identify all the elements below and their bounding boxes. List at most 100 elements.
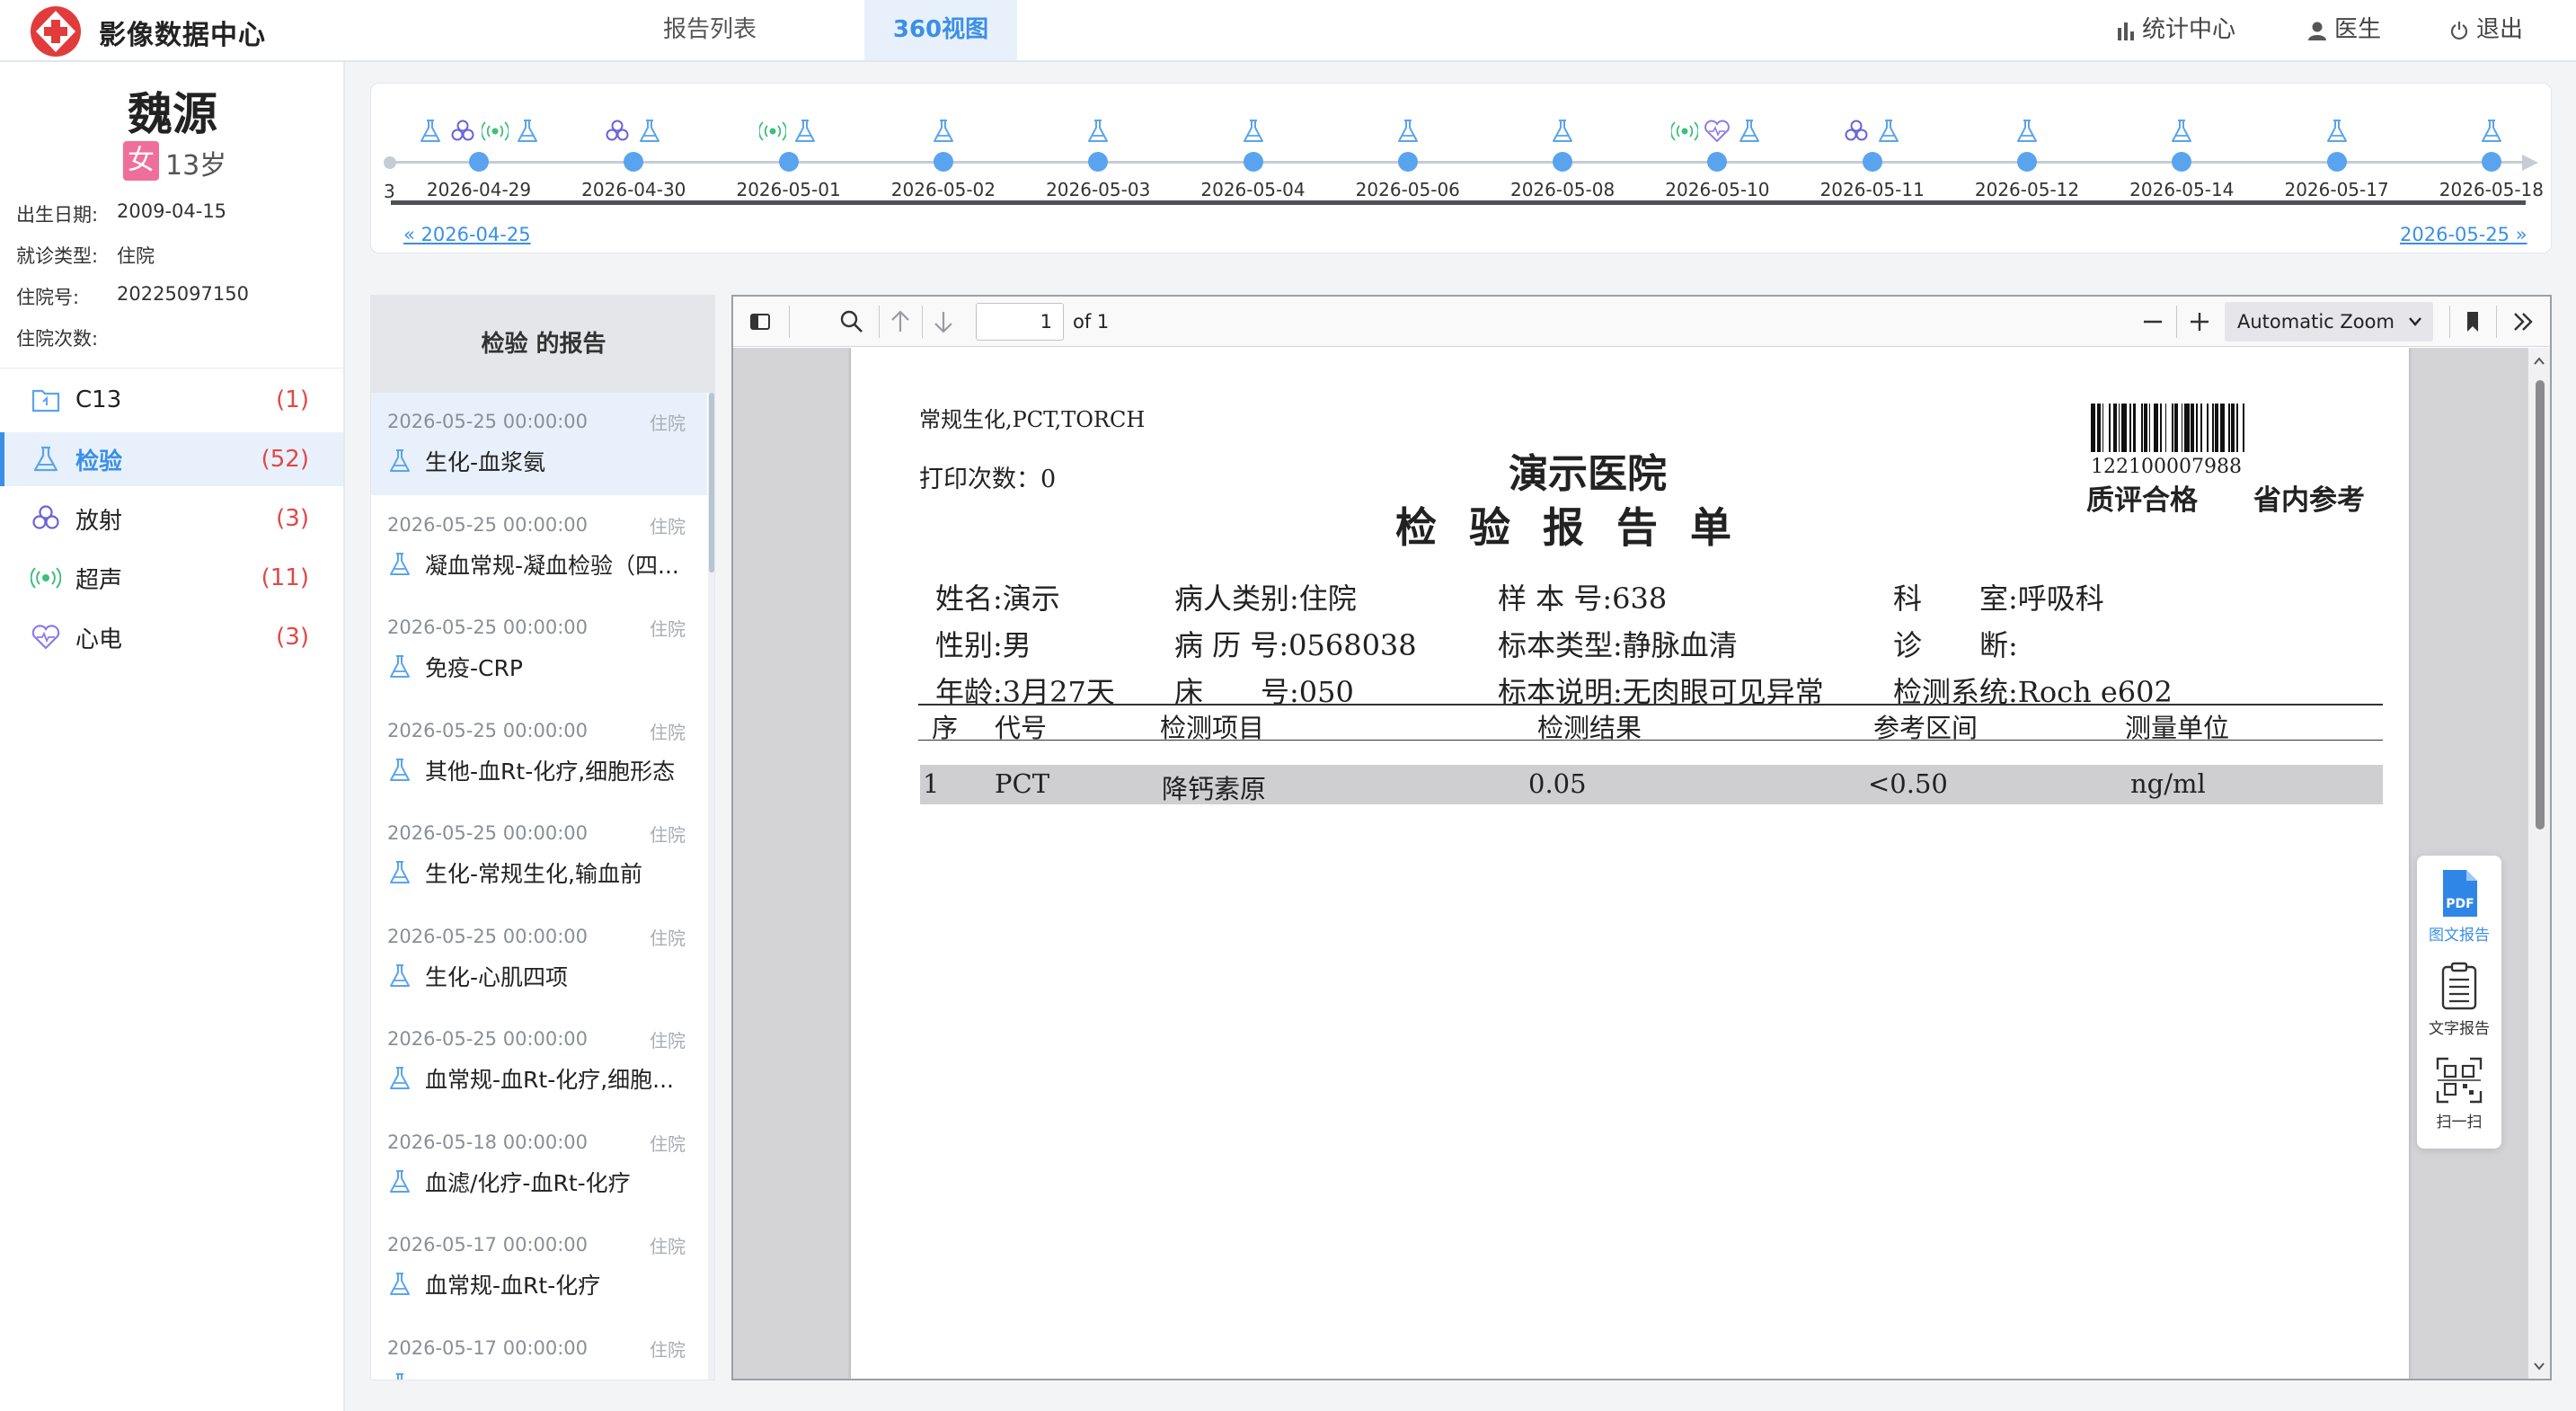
timeline-point[interactable]: 2026-04-29	[412, 84, 546, 200]
timeline-dot[interactable]	[1862, 152, 1882, 172]
report-list-item[interactable]: 2026-05-25 00:00:00 住院 生化-心肌四项	[371, 908, 707, 1010]
timeline-point[interactable]: 2026-04-30	[566, 84, 701, 200]
timeline-dot[interactable]	[2326, 152, 2347, 172]
arrow-up-icon[interactable]	[886, 307, 915, 336]
category-radiology[interactable]: 放射 (3)	[0, 492, 343, 546]
timeline-point[interactable]: 2026-05-04	[1186, 84, 1321, 200]
timeline-event-icons[interactable]	[1495, 118, 1630, 148]
timeline-point[interactable]: 2026-05-12	[1960, 84, 2094, 200]
timeline-point[interactable]: 2026-05-11	[1805, 84, 1940, 200]
timeline-cut-label: 3	[384, 181, 395, 202]
timeline-point[interactable]: 2026-05-08	[1495, 84, 1630, 200]
report-list-scrollbar[interactable]	[709, 393, 714, 572]
timeline-event-icons[interactable]	[566, 118, 701, 148]
timeline-event-icons[interactable]	[2270, 118, 2404, 148]
arrow-down-icon[interactable]	[929, 307, 958, 336]
zoom-in-icon[interactable]	[2185, 307, 2214, 336]
logout-button[interactable]: 退出	[2449, 0, 2523, 60]
timeline-event-icons[interactable]	[876, 118, 1011, 148]
double-chevron-right-icon[interactable]	[2509, 307, 2537, 336]
scroll-down-icon[interactable]	[2534, 1362, 2545, 1371]
report-list-item[interactable]: 2026-05-25 00:00:00 住院 免疫-CRP	[371, 599, 707, 701]
tab-report-list[interactable]: 报告列表	[629, 0, 791, 60]
pdf-canvas-area[interactable]: 常规生化,PCT,TORCH 打印次数：0 演示医院 检 验 报 告 单 122…	[733, 348, 2530, 1379]
zoom-select[interactable]: Automatic Zoom	[2225, 302, 2433, 342]
report-list-item[interactable]: 2026-05-25 00:00:00 住院 生化-血浆氨	[371, 393, 707, 495]
timeline-point[interactable]: 2026-05-14	[2114, 84, 2249, 200]
timeline-event-icons[interactable]	[1031, 118, 1165, 148]
user-menu[interactable]: 医生	[2307, 0, 2381, 60]
timeline-scrollbar[interactable]	[391, 200, 2526, 205]
report-list-item[interactable]: 2026-05-17 00:00:00 住院	[371, 1319, 707, 1380]
category-ultrasound[interactable]: 超声 (11)	[0, 551, 343, 605]
report-time: 2026-05-17 00:00:00	[387, 1234, 589, 1256]
pdf-scroll-track[interactable]	[2528, 348, 2550, 1379]
report-visit-type: 住院	[650, 618, 686, 640]
timeline-dot[interactable]	[624, 152, 644, 172]
category-lab[interactable]: 检验 (52)	[0, 432, 343, 486]
report-list-item[interactable]: 2026-05-25 00:00:00 住院 其他-血Rt-化疗,细胞形态	[371, 702, 707, 804]
timeline-dot[interactable]	[1553, 152, 1573, 172]
report-list-item[interactable]: 2026-05-17 00:00:00 住院 血常规-血Rt-化疗	[371, 1216, 707, 1318]
report-list-item[interactable]: 2026-05-25 00:00:00 住院 生化-常规生化,输血前	[371, 804, 707, 907]
timeline-dot[interactable]	[933, 152, 953, 172]
timeline-event-icons[interactable]	[2114, 118, 2249, 148]
page-number-input[interactable]: 1	[976, 303, 1064, 341]
timeline-dot[interactable]	[778, 152, 799, 172]
report-list-item[interactable]: 2026-05-25 00:00:00 住院 血常规-血Rt-化疗,细胞...	[371, 1010, 707, 1113]
category-c13[interactable]: C13 (1)	[0, 373, 343, 427]
image-report-label: 图文报告	[2429, 927, 2490, 945]
pdf-toolbar: 1 of 1 Automatic Zoom	[733, 297, 2550, 347]
power-icon	[2450, 21, 2468, 40]
timeline-dot[interactable]	[1088, 152, 1109, 172]
category-count: (11)	[261, 564, 309, 591]
timeline-dot[interactable]	[1243, 152, 1263, 172]
timeline-dot[interactable]	[1397, 152, 1418, 172]
timeline-event-icons[interactable]	[412, 118, 546, 148]
timeline-event-icons[interactable]	[721, 118, 856, 148]
timeline-point[interactable]: 2026-05-17	[2270, 84, 2404, 200]
zoom-out-icon[interactable]	[2138, 307, 2167, 336]
report-time: 2026-05-25 00:00:00	[387, 822, 589, 844]
tab-360-view[interactable]: 360视图	[864, 0, 1017, 60]
category-ecg[interactable]: 心电 (3)	[0, 610, 343, 664]
text-report-button[interactable]: 文字报告	[2417, 962, 2501, 1055]
timeline-event-icons[interactable]	[1341, 118, 1475, 148]
timeline-dot[interactable]	[2017, 152, 2037, 172]
radiation-icon	[451, 120, 474, 141]
timeline-next-link[interactable]: 2026-05-25 »	[2400, 224, 2527, 245]
pdf-scrollbar-thumb[interactable]	[2536, 380, 2545, 830]
report-list-item[interactable]: 2026-05-25 00:00:00 住院 凝血常规-凝血检验（四...	[371, 496, 707, 599]
timeline-event-icons[interactable]	[1960, 118, 2094, 148]
timeline-event-icons[interactable]	[2424, 118, 2559, 148]
scan-label: 扫一扫	[2436, 1114, 2483, 1131]
timeline-point[interactable]: 2026-05-01	[721, 84, 856, 200]
timeline-point[interactable]: 2026-05-02	[876, 84, 1011, 200]
patient-age: 13岁	[165, 150, 227, 182]
timeline-point[interactable]: 2026-05-10	[1650, 84, 1784, 200]
search-icon[interactable]	[837, 307, 866, 336]
timeline-dot[interactable]	[469, 152, 489, 172]
timeline-event-icons[interactable]	[1650, 118, 1784, 148]
bookmark-icon[interactable]	[2458, 307, 2487, 336]
scan-button[interactable]: 扫一扫	[2417, 1055, 2501, 1149]
timeline-dot[interactable]	[2172, 152, 2192, 172]
timeline-dot[interactable]	[1707, 152, 1728, 172]
timeline-dot[interactable]	[2481, 152, 2501, 172]
report-visit-type: 住院	[650, 721, 686, 743]
timeline-point[interactable]: 2026-05-06	[1341, 84, 1475, 200]
scroll-up-icon[interactable]	[2534, 357, 2545, 366]
timeline-point[interactable]: 2026-05-18	[2424, 84, 2559, 200]
timeline-event-icons[interactable]	[1186, 118, 1321, 148]
timeline-point[interactable]: 2026-05-03	[1031, 84, 1165, 200]
flask-icon	[390, 552, 410, 575]
sidebar-toggle-icon[interactable]	[746, 307, 775, 336]
timeline-event-icons[interactable]	[1805, 118, 1940, 148]
flask-icon	[390, 1273, 410, 1295]
stats-center-link[interactable]: 统计中心	[2117, 0, 2235, 60]
timeline-prev-link[interactable]: « 2026-04-25	[403, 224, 531, 245]
image-report-button[interactable]: PDF 图文报告	[2417, 868, 2501, 962]
report-time: 2026-05-18 00:00:00	[387, 1131, 589, 1153]
report-list-item[interactable]: 2026-05-18 00:00:00 住院 血滤/化疗-血Rt-化疗	[371, 1114, 707, 1216]
ultrasound-icon	[31, 567, 61, 589]
